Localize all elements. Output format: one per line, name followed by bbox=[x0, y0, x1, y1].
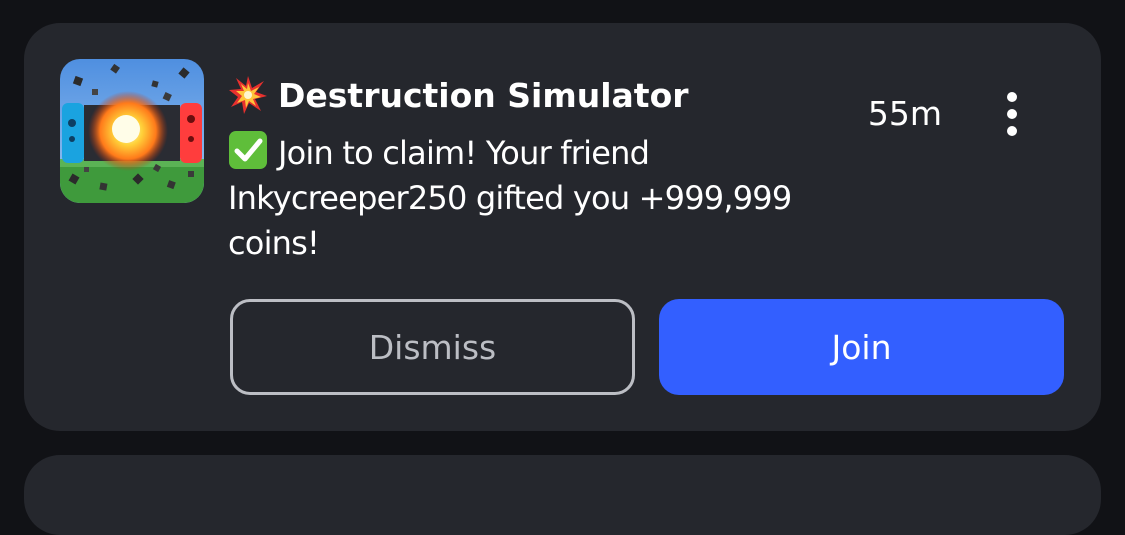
explosion-thumbnail-icon bbox=[60, 59, 204, 203]
notification-message: Join to claim! Your friend Inkycreeper25… bbox=[228, 130, 848, 266]
join-button[interactable]: Join bbox=[659, 299, 1064, 395]
title-row: Destruction Simulator bbox=[228, 71, 689, 119]
check-mark-button-icon bbox=[228, 130, 268, 170]
more-options-button[interactable] bbox=[994, 89, 1030, 139]
collision-icon bbox=[228, 75, 268, 115]
dismiss-button[interactable]: Dismiss bbox=[230, 299, 635, 395]
more-vertical-icon bbox=[1007, 92, 1017, 102]
game-title: Destruction Simulator bbox=[278, 75, 689, 115]
time-ago: 55m bbox=[867, 94, 943, 133]
notification-card[interactable]: Destruction Simulator 55m Join to claim!… bbox=[24, 23, 1101, 431]
dismiss-label: Dismiss bbox=[368, 327, 497, 367]
message-text: Join to claim! Your friend Inkycreeper25… bbox=[228, 134, 792, 262]
game-thumbnail[interactable] bbox=[60, 59, 204, 203]
next-notification-card[interactable] bbox=[24, 455, 1101, 535]
join-label: Join bbox=[831, 327, 892, 367]
